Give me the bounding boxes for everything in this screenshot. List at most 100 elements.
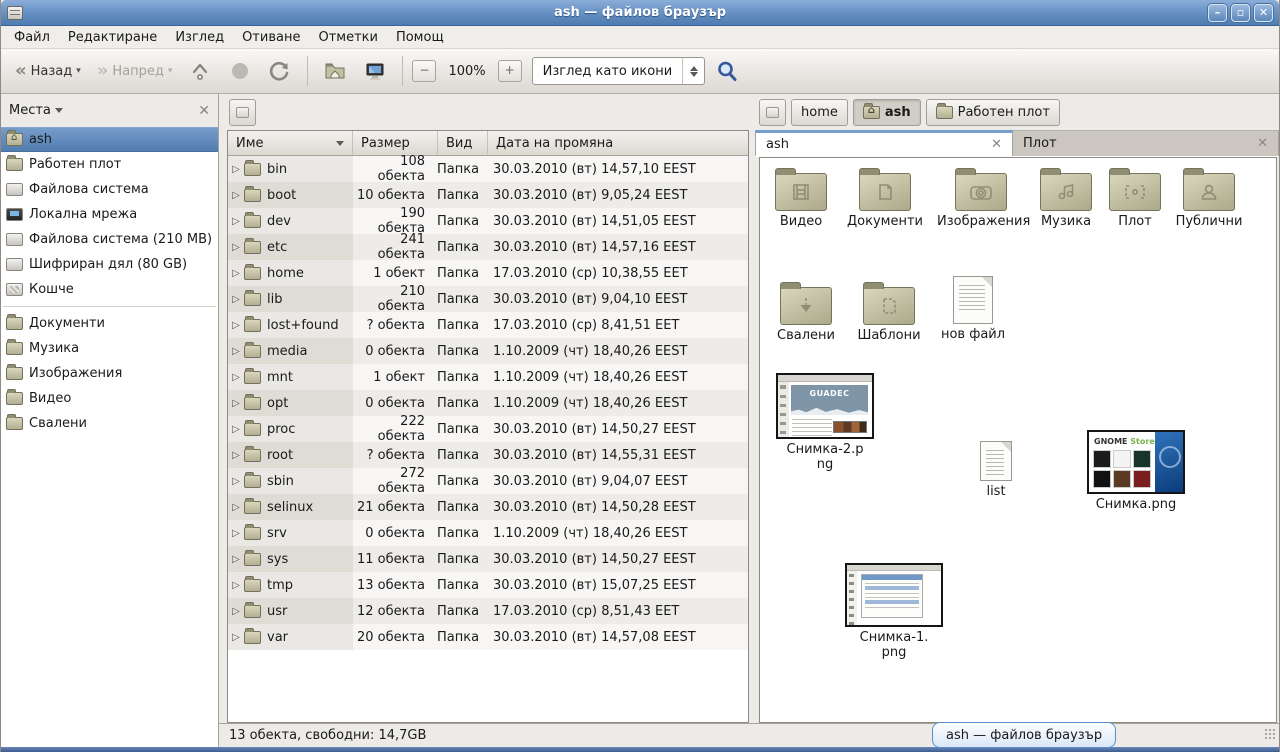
breadcrumb-root-button[interactable] [759, 99, 786, 126]
sidebar-close-icon[interactable]: ✕ [198, 103, 210, 119]
sidebar-item[interactable]: Кошче [1, 277, 218, 302]
table-row[interactable]: ▷ proc 222 обекта Папка 30.03.2010 (вт) … [228, 416, 748, 442]
tab-desktop[interactable]: Плот ✕ [1013, 130, 1279, 156]
table-row[interactable]: ▷ usr 12 обекта Папка 17.03.2010 (ср) 8,… [228, 598, 748, 624]
sidebar-item[interactable]: Локална мрежа [1, 202, 218, 227]
sidebar-item[interactable]: Шифриран дял (80 GB) [1, 252, 218, 277]
tab-close-icon[interactable]: ✕ [1257, 136, 1268, 151]
column-header-type[interactable]: Вид [438, 131, 488, 155]
expander-icon[interactable]: ▷ [228, 372, 244, 383]
expander-icon[interactable]: ▷ [228, 502, 244, 513]
table-row[interactable]: ▷ mnt 1 обект Папка 1.10.2009 (чт) 18,40… [228, 364, 748, 390]
sidebar-item[interactable]: Изображения [1, 361, 218, 386]
close-button[interactable]: ✕ [1254, 4, 1273, 22]
expander-icon[interactable]: ▷ [228, 190, 244, 201]
folder-item-downloads[interactable]: Свалени [764, 282, 848, 344]
folder-item-desktop[interactable]: Плот [1105, 168, 1165, 230]
menu-help[interactable]: Помощ [387, 28, 453, 47]
expander-icon[interactable]: ▷ [228, 632, 244, 643]
menu-bookmarks[interactable]: Отметки [309, 28, 386, 47]
expander-icon[interactable]: ▷ [228, 476, 244, 487]
folder-item-documents[interactable]: Документи [840, 168, 930, 230]
file-item-snimka[interactable]: GNOME Store Снимка.png [1082, 430, 1190, 513]
table-row[interactable]: ▷ etc 241 обекта Папка 30.03.2010 (вт) 1… [228, 234, 748, 260]
table-row[interactable]: ▷ home 1 обект Папка 17.03.2010 (ср) 10,… [228, 260, 748, 286]
menu-view[interactable]: Изглед [166, 28, 233, 47]
places-selector[interactable]: Места [9, 103, 63, 118]
folder-item-pictures[interactable]: Изображения [937, 168, 1025, 230]
table-row[interactable]: ▷ var 20 обекта Папка 30.03.2010 (вт) 14… [228, 624, 748, 650]
expander-icon[interactable]: ▷ [228, 554, 244, 565]
menu-file[interactable]: Файл [5, 28, 59, 47]
tab-close-icon[interactable]: ✕ [991, 137, 1002, 152]
table-row[interactable]: ▷ lib 210 обекта Папка 30.03.2010 (вт) 9… [228, 286, 748, 312]
forward-history-arrow-icon[interactable]: ▾ [168, 66, 173, 76]
table-row[interactable]: ▷ tmp 13 обекта Папка 30.03.2010 (вт) 15… [228, 572, 748, 598]
folder-item-templates[interactable]: Шаблони [846, 282, 932, 344]
column-header-name[interactable]: Име [228, 131, 353, 155]
combo-spinner-icon[interactable] [682, 58, 704, 84]
expander-icon[interactable]: ▷ [228, 268, 244, 279]
file-item-list[interactable]: list [954, 441, 1038, 500]
expander-icon[interactable]: ▷ [228, 580, 244, 591]
zoom-in-button[interactable]: + [498, 60, 522, 82]
sidebar-item[interactable]: Документи [1, 311, 218, 336]
sidebar-item[interactable]: Файлова система [1, 177, 218, 202]
file-item-new-file[interactable]: нов файл [931, 276, 1015, 343]
view-mode-select[interactable]: Изглед като икони [532, 57, 706, 85]
forward-button[interactable]: » Напред ▾ [91, 60, 179, 83]
titlebar[interactable]: ash — файлов браузър – ▫ ✕ [1, 0, 1279, 26]
folder-item-music[interactable]: Музика [1025, 168, 1107, 230]
table-row[interactable]: ▷ boot 10 обекта Папка 30.03.2010 (вт) 9… [228, 182, 748, 208]
expander-icon[interactable]: ▷ [228, 398, 244, 409]
breadcrumb-desktop-button[interactable]: Работен плот [926, 99, 1060, 126]
breadcrumb-home-button[interactable]: home [791, 99, 848, 126]
menu-go[interactable]: Отиване [233, 28, 309, 47]
sidebar-item[interactable]: Работен плот [1, 152, 218, 177]
expander-icon[interactable]: ▷ [228, 346, 244, 357]
computer-button[interactable] [357, 55, 393, 87]
table-row[interactable]: ▷ root ? обекта Папка 30.03.2010 (вт) 14… [228, 442, 748, 468]
back-history-arrow-icon[interactable]: ▾ [76, 66, 81, 76]
expander-icon[interactable]: ▷ [228, 242, 244, 253]
minimize-button[interactable]: – [1208, 4, 1227, 22]
column-header-date[interactable]: Дата на промяна [488, 131, 748, 155]
table-row[interactable]: ▷ lost+found ? обекта Папка 17.03.2010 (… [228, 312, 748, 338]
location-button[interactable] [229, 99, 256, 126]
expander-icon[interactable]: ▷ [228, 528, 244, 539]
file-item-snimka2[interactable]: GUADEC Снимка-2.png [772, 373, 878, 473]
sidebar-item[interactable]: Видео [1, 386, 218, 411]
table-row[interactable]: ▷ media 0 обекта Папка 1.10.2009 (чт) 18… [228, 338, 748, 364]
expander-icon[interactable]: ▷ [228, 606, 244, 617]
home-button[interactable] [317, 55, 353, 87]
table-row[interactable]: ▷ selinux 21 обекта Папка 30.03.2010 (вт… [228, 494, 748, 520]
expander-icon[interactable]: ▷ [228, 450, 244, 461]
menu-edit[interactable]: Редактиране [59, 28, 166, 47]
expander-icon[interactable]: ▷ [228, 164, 244, 175]
resize-grip[interactable] [1264, 728, 1276, 740]
expander-icon[interactable]: ▷ [228, 424, 244, 435]
table-row[interactable]: ▷ sbin 272 обекта Папка 30.03.2010 (вт) … [228, 468, 748, 494]
breadcrumb-ash-button[interactable]: ash [853, 99, 921, 126]
search-button[interactable] [709, 55, 745, 87]
table-row[interactable]: ▷ opt 0 обекта Папка 1.10.2009 (чт) 18,4… [228, 390, 748, 416]
maximize-button[interactable]: ▫ [1231, 4, 1250, 22]
reload-button[interactable] [262, 55, 298, 87]
file-item-snimka1[interactable]: Снимка-1.png [842, 563, 946, 661]
table-row[interactable]: ▷ srv 0 обекта Папка 1.10.2009 (чт) 18,4… [228, 520, 748, 546]
tab-ash[interactable]: ash ✕ [755, 130, 1013, 156]
folder-item-public[interactable]: Публични [1166, 168, 1252, 230]
expander-icon[interactable]: ▷ [228, 320, 244, 331]
expander-icon[interactable]: ▷ [228, 216, 244, 227]
stop-button[interactable] [222, 55, 258, 87]
table-row[interactable]: ▷ sys 11 обекта Папка 30.03.2010 (вт) 14… [228, 546, 748, 572]
up-button[interactable] [182, 55, 218, 87]
sidebar-item[interactable]: Файлова система (210 MB) [1, 227, 218, 252]
folder-item-video[interactable]: Видео [760, 168, 842, 230]
zoom-out-button[interactable]: − [412, 60, 436, 82]
column-header-size[interactable]: Размер [353, 131, 438, 155]
table-row[interactable]: ▷ dev 190 обекта Папка 30.03.2010 (вт) 1… [228, 208, 748, 234]
back-button[interactable]: « Назад ▾ [9, 60, 87, 83]
expander-icon[interactable]: ▷ [228, 294, 244, 305]
table-row[interactable]: ▷ bin 108 обекта Папка 30.03.2010 (вт) 1… [228, 156, 748, 182]
